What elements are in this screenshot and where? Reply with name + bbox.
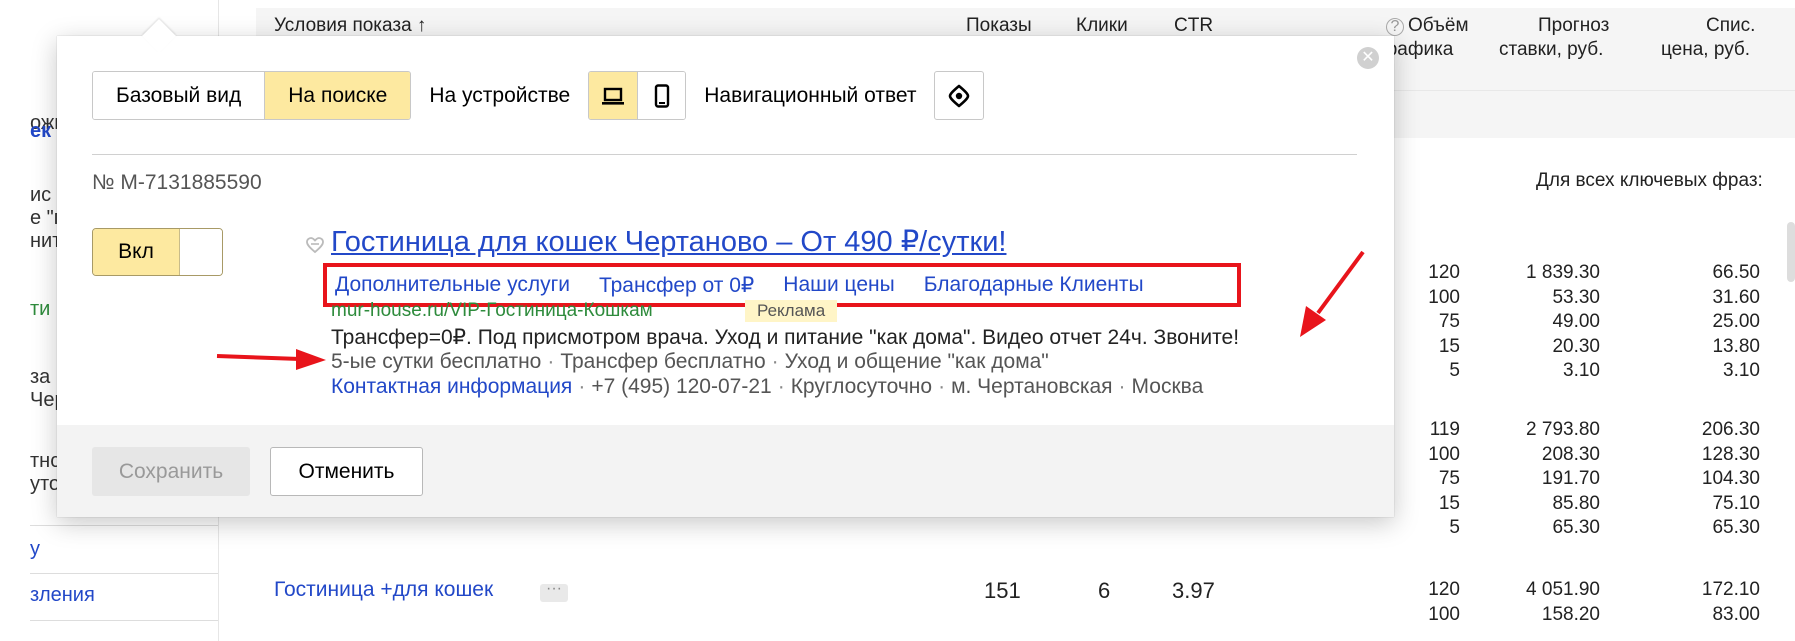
preview-toolbar: Базовый вид На поиске На устройстве Нави… (92, 71, 985, 120)
charge-values: 172.10 83.00 (1701, 579, 1760, 625)
sidebar-fragment[interactable]: ек (30, 120, 51, 143)
column-charge-line2: цена, руб. (1661, 39, 1751, 60)
column-ctr[interactable]: CTR (1174, 14, 1213, 38)
traffic-values: 120 100 (1428, 579, 1460, 625)
charge-values: 66.50 31.60 25.00 13.80 3.10 (1712, 262, 1760, 381)
desktop-button[interactable] (589, 72, 638, 119)
ad-text: Трансфер=0₽. Под присмотром врача. Уход … (331, 326, 1240, 349)
sitelink[interactable]: Трансфер от 0₽ (599, 273, 754, 298)
save-button[interactable]: Сохранить (92, 447, 250, 496)
callout: Трансфер бесплатно (560, 350, 766, 373)
keyword-link[interactable]: Гостиница +для кошек (274, 578, 493, 602)
toggle-label: Вкл (93, 229, 179, 275)
sitelink[interactable]: Благодарные Клиенты (924, 273, 1144, 297)
contact-hours: Круглосуточно (790, 375, 933, 398)
column-forecast-line2: ставки, руб. (1499, 39, 1604, 60)
forecast-values: 4 051.90 158.20 (1526, 579, 1600, 625)
more-icon[interactable]: ··· (540, 581, 568, 602)
ad-title-link[interactable]: Гостиница для кошек Чертаново – От 490 ₽… (331, 224, 1006, 259)
scrollbar-thumb[interactable] (1787, 222, 1795, 282)
heart-icon[interactable] (305, 236, 325, 254)
divider (92, 154, 1357, 155)
column-traffic: ? Объём (1386, 14, 1469, 38)
phone-icon (654, 83, 669, 108)
ad-number: № M-7131885590 (92, 171, 262, 194)
callout: 5-ые сутки бесплатно (331, 350, 542, 373)
tab-basic-view[interactable]: Базовый вид (93, 72, 265, 119)
contact-city: Москва (1131, 375, 1204, 398)
forecast-values: 2 793.80 208.30 191.70 85.80 65.30 (1526, 419, 1600, 538)
mobile-button[interactable] (637, 72, 686, 119)
sidebar-divider (30, 525, 218, 526)
column-clicks[interactable]: Клики (1076, 14, 1128, 38)
all-phrases-label: Для всех ключевых фраз: (1536, 170, 1763, 191)
device-switch (588, 71, 687, 120)
ad-badge: Реклама (745, 300, 838, 322)
view-switch: Базовый вид На поиске (92, 71, 412, 120)
column-conditions[interactable]: Условия показа ↑ (274, 14, 426, 38)
ad-display-url[interactable]: mur-house.ru/VIP-Гостиница-Кошкам (331, 300, 653, 322)
traffic-values: 120 100 75 15 5 (1428, 262, 1460, 381)
sidebar-divider (30, 620, 218, 621)
target-icon (949, 84, 970, 107)
column-charge: Спис. (1706, 15, 1756, 36)
tab-on-search[interactable]: На поиске (264, 72, 411, 119)
traffic-values: 119 100 75 15 5 (1428, 419, 1460, 538)
contact-info-link[interactable]: Контактная информация (331, 375, 572, 398)
sidebar-link[interactable]: у (30, 538, 40, 561)
sidebar-link[interactable]: зления (30, 584, 95, 607)
popup-footer: Сохранить Отменить (57, 425, 1394, 517)
sidebar-fragment: тнс (30, 450, 61, 472)
sitelink[interactable]: Наши цены (783, 273, 894, 297)
charge-values: 206.30 128.30 104.30 75.10 65.30 (1701, 419, 1760, 538)
ad-toggle[interactable]: Вкл (92, 228, 223, 276)
close-icon[interactable]: ✕ (1357, 47, 1379, 69)
sidebar-divider (30, 573, 218, 574)
ad-contacts: Контактная информация · +7 (495) 120-07-21… (331, 375, 1204, 398)
device-label: На устройстве (429, 83, 571, 107)
sidebar-fragment[interactable]: ти (30, 298, 50, 321)
contact-metro: м. Чертановская (951, 375, 1113, 398)
forecast-values: 1 839.30 53.30 49.00 20.30 3.10 (1526, 262, 1600, 381)
shows-value: 151 (984, 578, 1021, 603)
column-forecast: Прогноз (1538, 15, 1610, 36)
sidebar-fragment: уто (30, 473, 61, 495)
toggle-knob (179, 229, 222, 275)
nav-answer-button[interactable] (934, 71, 985, 120)
help-icon[interactable]: ? (1386, 18, 1404, 36)
ad-callouts: 5-ые сутки бесплатно · Трансфер бесплатно ·… (331, 350, 1049, 373)
ad-preview-popup: ✕ Базовый вид На поиске На устройстве На… (57, 19, 1394, 517)
table-row: Гостиница +для кошек ··· 151 6 3.97 120 1… (256, 578, 1795, 641)
nav-answer-label: Навигационный ответ (704, 83, 917, 107)
column-shows[interactable]: Показы (966, 14, 1032, 38)
cancel-button[interactable]: Отменить (270, 447, 423, 496)
callout: Уход и общение "как дома" (784, 350, 1049, 373)
contact-phone: +7 (495) 120-07-21 (591, 375, 772, 398)
clicks-value: 6 (1098, 578, 1111, 603)
sidebar-fragment: ис (30, 184, 52, 206)
sitelink[interactable]: Дополнительные услуги (335, 273, 570, 297)
laptop-icon (602, 87, 625, 105)
ctr-value: 3.97 (1172, 578, 1215, 603)
